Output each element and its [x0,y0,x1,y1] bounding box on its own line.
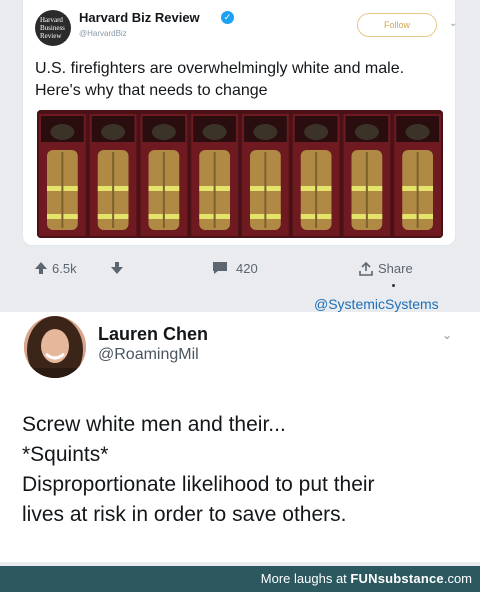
upvote-count: 6.5k [52,261,77,276]
share-button[interactable]: Share [378,261,413,276]
hbr-tweet-card: Harvard Business Review Harvard Biz Revi… [22,0,457,246]
coat-seam [61,152,64,228]
coat-seam [112,152,115,228]
footer-prefix: More laughs at [260,571,351,586]
avatar[interactable] [24,316,86,378]
helmet [101,124,126,140]
comment-icon[interactable] [212,261,228,278]
footer-suffix: .com [443,571,472,586]
helmet [202,124,227,140]
lockers-illustration [37,110,443,238]
comment-count: 420 [236,261,258,276]
credit-handle[interactable]: @SystemicSystems [314,296,439,312]
coat-seam [416,152,419,228]
helmet [50,124,75,140]
helmet [304,124,329,140]
reply-line: Disproportionate likelihood to put their [22,473,375,496]
hbr-handle[interactable]: @HarvardBiz [79,29,127,38]
upvote-icon[interactable] [34,261,48,278]
reply-line: *Squints* [22,443,109,466]
helmet [354,124,379,140]
verified-icon: ✓ [221,11,234,24]
footer-bar: More laughs at FUNsubstance.com [0,566,480,592]
chevron-down-icon[interactable]: ⌄ [449,18,457,29]
coat-seam [162,152,165,228]
coat-seam [315,152,318,228]
downvote-icon[interactable] [110,261,124,278]
tweet-photo[interactable] [37,110,443,238]
logo-line: Business [40,24,65,32]
helmet [151,124,176,140]
hbr-avatar[interactable]: Harvard Business Review [35,10,71,46]
reply-handle[interactable]: @RoamingMil [98,346,199,364]
helmet [253,124,278,140]
coat-seam [213,152,216,228]
reply-text: Screw white men and their... *Squints* D… [22,410,472,530]
reply-line: Screw white men and their... [22,413,286,436]
tweet-actions: 6.5k 420 Share [22,255,456,283]
helmet [405,124,430,140]
reply-name[interactable]: Lauren Chen [98,324,208,345]
dot-icon [392,284,395,287]
logo-line: Harvard [40,16,63,24]
logo-line: Review [40,32,62,40]
hbr-name[interactable]: Harvard Biz Review [79,10,200,25]
footer-brand: FUNsubstance [350,571,444,586]
coat-seam [264,152,267,228]
reply-line: lives at risk in order to save others. [22,503,347,526]
footer-text[interactable]: More laughs at FUNsubstance.com [261,571,472,586]
tweet-text: U.S. firefighters are overwhelmingly whi… [35,60,405,99]
follow-button[interactable]: Follow [357,13,437,37]
coat-seam [365,152,368,228]
chevron-down-icon[interactable]: ⌄ [442,328,452,342]
share-icon[interactable] [358,261,374,280]
